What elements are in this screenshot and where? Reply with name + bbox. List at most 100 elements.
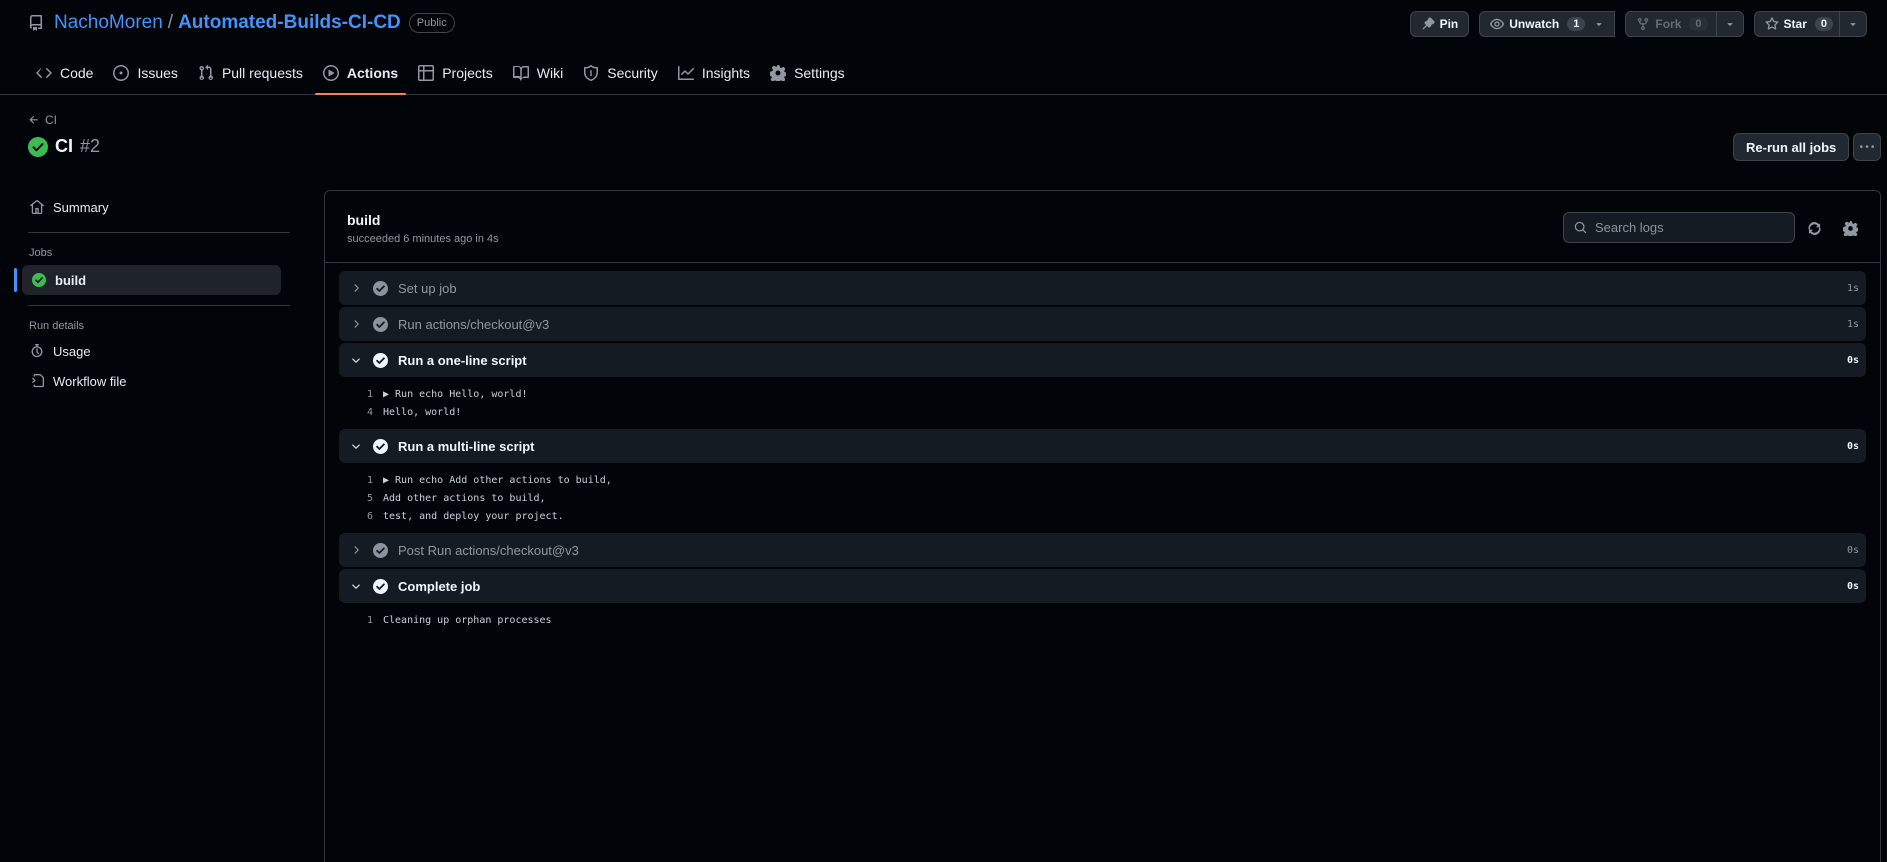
tab-wiki[interactable]: Wiki xyxy=(505,58,571,88)
tab-actions[interactable]: Actions xyxy=(314,58,407,95)
chevron-right-icon xyxy=(347,544,365,556)
star-count: 0 xyxy=(1814,17,1833,31)
sidebar-item-summary[interactable]: Summary xyxy=(20,192,290,222)
job-step[interactable]: Set up job 1s xyxy=(339,271,1866,305)
tab-settings[interactable]: Settings xyxy=(762,58,853,88)
fork-icon xyxy=(1636,17,1650,31)
job-step[interactable]: Run a one-line script 0s xyxy=(339,343,1866,377)
shield-icon xyxy=(583,65,599,81)
file-code-icon xyxy=(30,374,44,388)
log-line: 1 ▶ Run echo Hello, world! xyxy=(339,385,1866,403)
chevron-down-icon xyxy=(347,440,365,452)
refresh-button[interactable] xyxy=(1804,218,1824,238)
log-line-number[interactable]: 5 xyxy=(339,493,383,504)
pin-button[interactable]: Pin xyxy=(1409,11,1470,37)
run-number: #2 xyxy=(80,136,101,156)
step-duration: 1s xyxy=(1846,282,1859,294)
log-line-text: ▶ Run echo Add other actions to build, xyxy=(383,474,612,486)
log-line-number[interactable]: 1 xyxy=(339,615,383,626)
sidebar-item-build-job[interactable]: build xyxy=(14,265,281,295)
arrow-left-icon xyxy=(28,114,40,126)
tab-code-label: Code xyxy=(60,65,94,81)
sidebar-item-summary-label: Summary xyxy=(53,199,109,215)
chevron-right-icon xyxy=(347,318,365,330)
search-logs-field[interactable] xyxy=(1563,212,1795,243)
tab-projects[interactable]: Projects xyxy=(410,58,501,88)
sidebar-item-workflow-file[interactable]: Workflow file xyxy=(20,366,290,396)
log-line-number[interactable]: 4 xyxy=(339,407,383,418)
chevron-right-icon xyxy=(347,282,365,294)
log-line: 4 Hello, world! xyxy=(339,403,1866,421)
check-circle-icon xyxy=(373,352,388,368)
job-log-panel: build succeeded 6 minutes ago in 4s Set … xyxy=(324,190,1881,862)
more-options-button[interactable] xyxy=(1853,133,1881,161)
tab-insights-label: Insights xyxy=(701,65,751,81)
search-icon xyxy=(1574,221,1587,234)
log-line-number[interactable]: 1 xyxy=(339,475,383,486)
sidebar-item-usage[interactable]: Usage xyxy=(20,336,290,366)
log-line-text: test, and deploy your project. xyxy=(383,510,564,522)
star-group: Star 0 xyxy=(1753,11,1867,37)
tab-pull-requests-label: Pull requests xyxy=(221,65,303,81)
fork-button[interactable]: Fork 0 xyxy=(1625,11,1717,37)
gear-icon xyxy=(770,65,787,81)
repo-name-link[interactable]: Automated-Builds-CI-CD xyxy=(178,12,401,34)
search-logs-input[interactable] xyxy=(1595,220,1785,235)
kebab-horizontal-icon xyxy=(1860,140,1874,154)
unwatch-button[interactable]: Unwatch 1 xyxy=(1479,11,1616,37)
job-status-meta: succeeded 6 minutes ago in 4s xyxy=(347,233,499,245)
star-dropdown-button[interactable] xyxy=(1840,11,1867,37)
watch-count: 1 xyxy=(1567,17,1586,31)
check-circle-icon xyxy=(373,438,388,454)
repo-icon xyxy=(28,15,44,31)
log-line-number[interactable]: 6 xyxy=(339,511,383,522)
caret-down-icon xyxy=(1594,19,1604,29)
tab-code[interactable]: Code xyxy=(28,58,101,88)
job-step[interactable]: Run a multi-line script 0s xyxy=(339,429,1866,463)
tab-actions-label: Actions xyxy=(346,65,399,81)
log-line: 1 Cleaning up orphan processes xyxy=(339,611,1866,629)
step-name: Set up job xyxy=(398,280,457,296)
check-circle-icon xyxy=(373,542,388,558)
repo-owner-link[interactable]: NachoMoren xyxy=(54,12,163,34)
sidebar-divider xyxy=(28,305,290,306)
unwatch-label: Unwatch xyxy=(1509,17,1560,31)
tab-settings-label: Settings xyxy=(794,65,845,81)
check-circle-icon xyxy=(32,273,46,287)
tab-security[interactable]: Security xyxy=(575,58,666,88)
repo-actions: Pin Unwatch 1 Fork 0 Star 0 xyxy=(1409,11,1867,37)
step-log-output: 1 ▶ Run echo Add other actions to build, 5… xyxy=(339,465,1866,533)
job-step[interactable]: Complete job 0s xyxy=(339,569,1866,603)
log-settings-button[interactable] xyxy=(1840,218,1860,238)
graph-icon xyxy=(677,65,694,81)
tab-wiki-label: Wiki xyxy=(536,65,564,81)
table-icon xyxy=(418,65,435,81)
code-icon xyxy=(36,65,52,81)
log-line-number[interactable]: 1 xyxy=(339,389,383,400)
tab-projects-label: Projects xyxy=(442,65,493,81)
rerun-all-jobs-button[interactable]: Re-run all jobs xyxy=(1733,133,1850,161)
step-name: Run a one-line script xyxy=(398,352,527,368)
star-button[interactable]: Star 0 xyxy=(1753,11,1840,37)
fork-dropdown-button[interactable] xyxy=(1716,11,1744,37)
step-duration: 0s xyxy=(1846,580,1859,592)
step-name: Run actions/checkout@v3 xyxy=(398,316,550,332)
tab-issues[interactable]: Issues xyxy=(105,58,185,88)
job-name: build xyxy=(347,212,381,228)
home-icon xyxy=(30,200,44,214)
tab-pull-requests[interactable]: Pull requests xyxy=(190,58,311,88)
job-step[interactable]: Post Run actions/checkout@v3 0s xyxy=(339,533,1866,567)
tab-insights[interactable]: Insights xyxy=(670,58,758,88)
run-title-text: CI xyxy=(55,136,73,156)
back-to-workflow-link[interactable]: CI xyxy=(28,113,57,127)
step-name: Post Run actions/checkout@v3 xyxy=(398,542,579,558)
job-step[interactable]: Run actions/checkout@v3 1s xyxy=(339,307,1866,341)
repo-nav: Code Issues Pull requests Actions Projec… xyxy=(28,58,857,95)
repo-header: NachoMoren / Automated-Builds-CI-CD Publ… xyxy=(0,0,1887,95)
sidebar-item-usage-label: Usage xyxy=(53,343,91,359)
step-duration: 0s xyxy=(1846,440,1859,452)
back-link-label: CI xyxy=(45,113,57,127)
stopwatch-icon xyxy=(30,344,44,358)
check-circle-icon xyxy=(373,316,388,332)
step-log-output: 1 Cleaning up orphan processes xyxy=(339,605,1866,637)
